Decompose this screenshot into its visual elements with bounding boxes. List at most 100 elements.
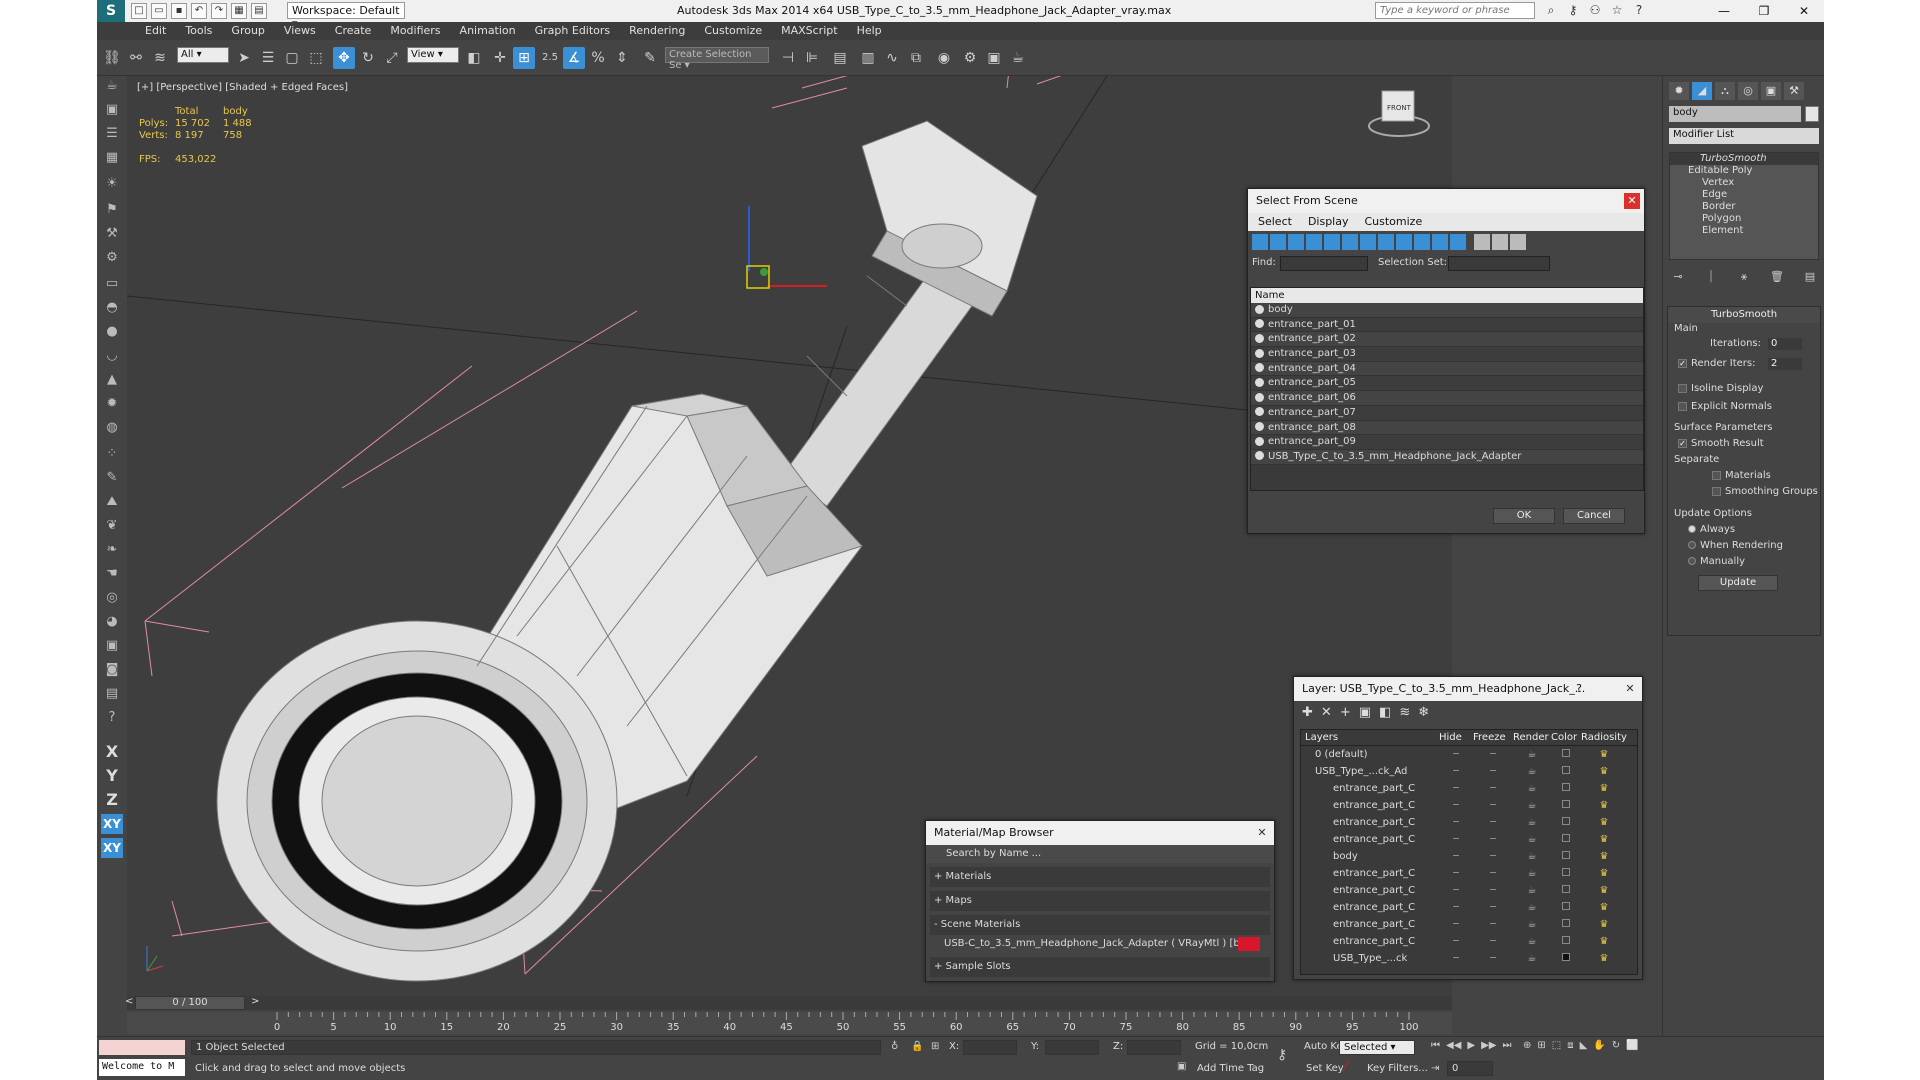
menu-rendering[interactable]: Rendering: [629, 22, 685, 40]
link-icon[interactable]: ⛓: [101, 47, 123, 69]
scene-object-row[interactable]: USB_Type_C_to_3.5_mm_Headphone_Jack_Adap…: [1251, 449, 1643, 465]
render-toggle-icon[interactable]: ☕: [1513, 899, 1551, 916]
column-header-name[interactable]: Name: [1251, 288, 1643, 303]
key-filters-button[interactable]: Key Filters...: [1367, 1063, 1428, 1074]
freeze-toggle[interactable]: ┄: [1473, 780, 1513, 797]
stack-vertex[interactable]: Vertex: [1670, 177, 1818, 189]
hide-toggle[interactable]: ┄: [1439, 848, 1473, 865]
layer-row[interactable]: entrance_part_C ┄ ┄ ☕ ♛: [1301, 831, 1637, 848]
menu-tools[interactable]: Tools: [185, 22, 212, 40]
display-containers-icon[interactable]: [1414, 234, 1430, 250]
stack-polygon[interactable]: Polygon: [1670, 213, 1818, 225]
render-toggle-icon[interactable]: ☕: [1513, 763, 1551, 780]
hide-toggle[interactable]: ┄: [1439, 814, 1473, 831]
schematic-view-icon[interactable]: ⧉: [905, 47, 927, 69]
radiosity-icon[interactable]: ♛: [1581, 865, 1627, 882]
color-swatch[interactable]: [1551, 865, 1581, 882]
menu-maxscript[interactable]: MAXScript: [781, 22, 837, 40]
key-filter-selected-dropdown[interactable]: Selected ▾: [1339, 1040, 1415, 1055]
isolate-icon[interactable]: ♁: [891, 1041, 898, 1052]
freeze-toggle[interactable]: ┄: [1473, 746, 1513, 763]
material-search-input[interactable]: Search by Name ...: [926, 845, 1274, 863]
rect-selection-icon[interactable]: ▢: [281, 47, 303, 69]
media-icon[interactable]: ◙: [101, 660, 123, 680]
select-menu-customize[interactable]: Customize: [1364, 213, 1422, 231]
user-icon[interactable]: ⚇: [1587, 2, 1603, 18]
highlight-layer-icon[interactable]: ◧: [1379, 705, 1391, 721]
radiosity-icon[interactable]: ♛: [1581, 831, 1627, 848]
minimize-icon[interactable]: —: [1704, 0, 1744, 22]
add-to-layer-icon[interactable]: +: [1340, 705, 1351, 721]
named-selection-set-dropdown[interactable]: Create Selection Se ▾: [665, 47, 769, 71]
hide-all-layers-icon[interactable]: ≋: [1399, 705, 1410, 721]
freeze-toggle[interactable]: ┄: [1473, 899, 1513, 916]
paint-icon[interactable]: ✎: [101, 468, 123, 488]
app-logo-icon[interactable]: S: [97, 0, 125, 22]
align-icon[interactable]: ⊫: [801, 47, 823, 69]
always-radio[interactable]: [1688, 525, 1696, 533]
hide-toggle[interactable]: ┄: [1439, 899, 1473, 916]
freeze-toggle[interactable]: ┄: [1473, 797, 1513, 814]
key-icon[interactable]: ⚷: [1565, 2, 1581, 18]
display-lights-icon[interactable]: [1288, 234, 1304, 250]
radiosity-icon[interactable]: ♛: [1581, 882, 1627, 899]
select-rotate-icon[interactable]: ↻: [357, 47, 379, 69]
z-coordinate-field[interactable]: [1127, 1040, 1181, 1055]
scene-material-item[interactable]: USB-C_to_3.5_mm_Headphone_Jack_Adapter (…: [930, 935, 1270, 953]
menu-views[interactable]: Views: [284, 22, 316, 40]
binoculars-icon[interactable]: ⌕: [1543, 2, 1559, 18]
ok-button[interactable]: OK: [1493, 508, 1555, 524]
render-production-icon[interactable]: ☕: [1007, 47, 1029, 69]
material-editor-icon[interactable]: ◉: [933, 47, 955, 69]
freeze-toggle[interactable]: ┄: [1473, 763, 1513, 780]
previous-frame-icon[interactable]: ◀◀: [1446, 1040, 1461, 1051]
display-hidden-icon[interactable]: [1450, 234, 1466, 250]
manually-radio[interactable]: [1688, 557, 1696, 565]
freeze-toggle[interactable]: ┄: [1473, 950, 1513, 967]
turbosmooth-rollout-title[interactable]: TurboSmooth: [1668, 307, 1820, 323]
maxscript-input[interactable]: Welcome to M: [99, 1059, 185, 1076]
freeze-toggle[interactable]: ┄: [1473, 882, 1513, 899]
menu-modifiers[interactable]: Modifiers: [390, 22, 440, 40]
tool-icon-6[interactable]: ⚑: [101, 200, 123, 220]
zoom-all-icon[interactable]: ⊞: [1537, 1040, 1545, 1051]
radiosity-icon[interactable]: ♛: [1581, 746, 1627, 763]
color-swatch[interactable]: [1551, 814, 1581, 831]
display-groups-icon[interactable]: [1360, 234, 1376, 250]
workspace-dropdown[interactable]: Workspace: Default ▾: [287, 2, 405, 30]
time-tag-icon[interactable]: ▣: [1177, 1061, 1186, 1072]
menu-customize[interactable]: Customize: [704, 22, 762, 40]
color-swatch[interactable]: [1551, 899, 1581, 916]
grid-icon[interactable]: ▦: [101, 148, 123, 168]
layer-row[interactable]: USB_Type_...ck ┄ ┄ ☕ ♛: [1301, 950, 1637, 967]
render-iters-spinner[interactable]: 2: [1768, 358, 1802, 370]
redo-icon[interactable]: ↷: [211, 3, 227, 19]
smoothing-groups-checkbox[interactable]: [1712, 486, 1721, 496]
add-time-tag[interactable]: Add Time Tag: [1197, 1063, 1264, 1074]
stack-border[interactable]: Border: [1670, 201, 1818, 213]
scene-object-row[interactable]: entrance_part_02: [1251, 332, 1643, 348]
freeze-toggle[interactable]: ┄: [1473, 916, 1513, 933]
display-invert-icon[interactable]: [1510, 234, 1526, 250]
render-toggle-icon[interactable]: ☕: [1513, 848, 1551, 865]
x-coordinate-field[interactable]: [963, 1040, 1017, 1055]
layer-row[interactable]: entrance_part_C ┄ ┄ ☕ ♛: [1301, 780, 1637, 797]
selection-filter-dropdown[interactable]: All ▾: [177, 47, 229, 63]
motion-tab-icon[interactable]: ◎: [1738, 82, 1758, 100]
fetch-icon[interactable]: ▤: [251, 3, 267, 19]
modifier-list-dropdown[interactable]: Modifier List: [1669, 128, 1819, 144]
configure-modifier-sets-icon[interactable]: ▤: [1801, 268, 1819, 286]
selection-set-dropdown[interactable]: [1448, 256, 1550, 271]
group-materials[interactable]: + Materials: [930, 867, 1270, 887]
close-icon[interactable]: ✕: [1622, 681, 1638, 697]
hide-toggle[interactable]: ┄: [1439, 916, 1473, 933]
modify-tab-icon[interactable]: ◢: [1692, 82, 1712, 100]
col-render[interactable]: Render: [1513, 730, 1551, 745]
leaf-icon[interactable]: ❧: [101, 540, 123, 560]
scene-object-row[interactable]: entrance_part_04: [1251, 361, 1643, 377]
display-all-icon[interactable]: [1474, 234, 1490, 250]
absolute-mode-icon[interactable]: ⊞: [931, 1041, 939, 1052]
render-toggle-icon[interactable]: ☕: [1513, 933, 1551, 950]
group-scene-materials[interactable]: - Scene Materials: [930, 915, 1270, 935]
explicit-normals-checkbox[interactable]: [1678, 401, 1687, 411]
